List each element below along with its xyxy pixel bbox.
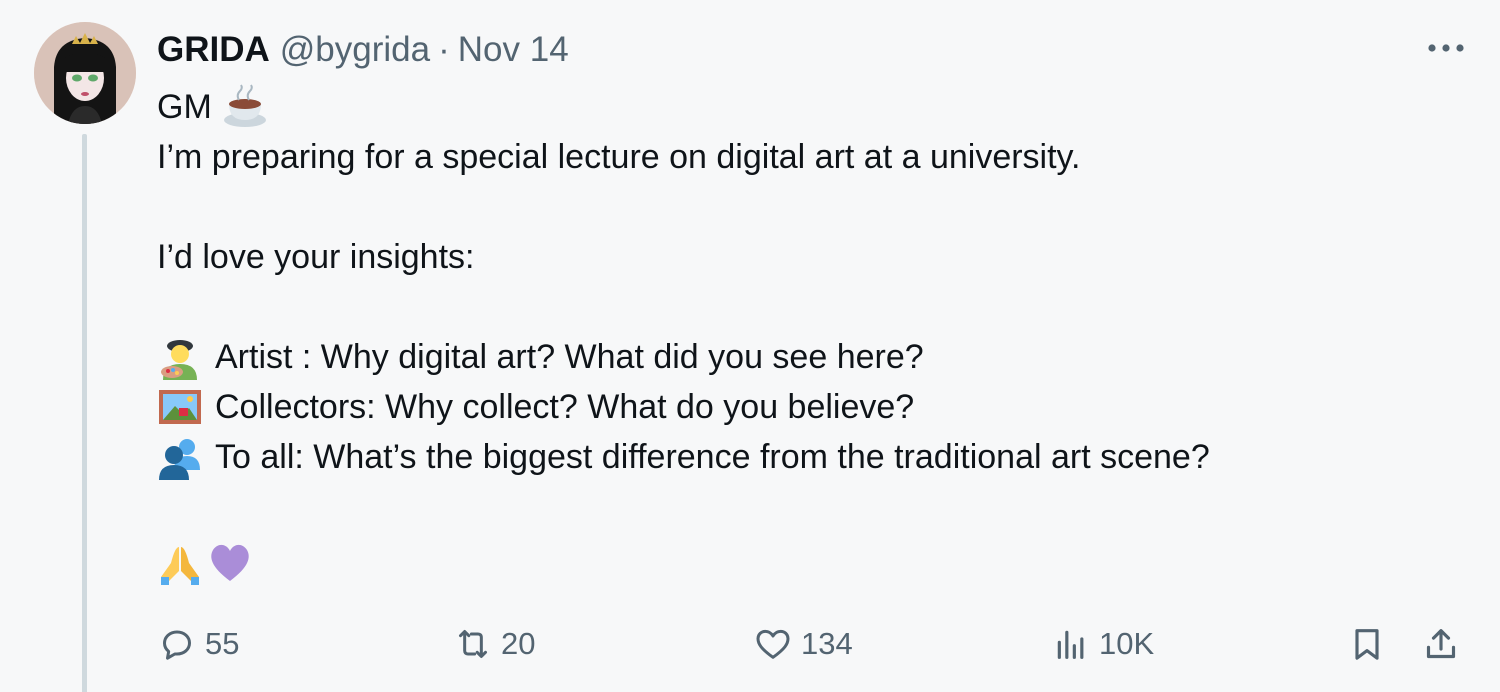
like-count: 134 bbox=[801, 626, 853, 661]
purple-heart-emoji bbox=[207, 539, 253, 585]
reply-icon bbox=[157, 624, 197, 664]
repost-icon bbox=[453, 624, 493, 664]
question-text: Artist : Why digital art? What did you s… bbox=[215, 338, 924, 376]
share-button[interactable] bbox=[1421, 614, 1461, 674]
tweet: GRIDA @bygrida · Nov 14 GM I’m preparing… bbox=[0, 0, 1500, 692]
greeting-line: GM bbox=[157, 82, 1447, 132]
reply-count: 55 bbox=[205, 626, 240, 661]
share-icon bbox=[1421, 624, 1461, 664]
question-line: Artist : Why digital art? What did you s… bbox=[157, 332, 1447, 382]
repost-count: 20 bbox=[501, 626, 536, 661]
tweet-header: GRIDA @bygrida · Nov 14 bbox=[157, 28, 569, 72]
ask-line: I’d love your insights: bbox=[157, 238, 475, 276]
intro-line: I’m preparing for a special lecture on d… bbox=[157, 138, 1081, 176]
author-name[interactable]: GRIDA bbox=[157, 30, 270, 70]
repost-button[interactable]: 20 bbox=[453, 614, 535, 674]
hot-beverage-emoji bbox=[222, 84, 268, 130]
bookmark-button[interactable] bbox=[1347, 614, 1387, 674]
framed-picture-emoji bbox=[157, 384, 203, 430]
tweet-body: GM I’m preparing for a special lecture o… bbox=[157, 82, 1447, 592]
more-icon[interactable] bbox=[1422, 28, 1470, 68]
bookmark-icon bbox=[1347, 624, 1387, 664]
like-icon bbox=[753, 624, 793, 664]
thread-line bbox=[82, 134, 87, 692]
artist-emoji bbox=[157, 334, 203, 380]
question-text: Collectors: Why collect? What do you bel… bbox=[215, 388, 915, 426]
like-button[interactable]: 134 bbox=[753, 614, 853, 674]
reply-button[interactable]: 55 bbox=[157, 614, 239, 674]
views-count: 10K bbox=[1099, 626, 1155, 661]
avatar-image bbox=[34, 22, 136, 124]
busts-in-silhouette-emoji bbox=[157, 434, 203, 480]
avatar[interactable] bbox=[34, 22, 136, 124]
question-text: To all: What’s the biggest difference fr… bbox=[215, 438, 1210, 476]
views-button[interactable]: 10K bbox=[1051, 614, 1154, 674]
tweet-date[interactable]: Nov 14 bbox=[458, 30, 569, 70]
closing-line bbox=[157, 532, 1447, 592]
greeting-text: GM bbox=[157, 88, 212, 126]
author-handle[interactable]: @bygrida bbox=[280, 30, 430, 70]
action-bar: 55 20 134 10K bbox=[157, 614, 1477, 674]
folded-hands-emoji bbox=[157, 539, 203, 585]
question-line: To all: What’s the biggest difference fr… bbox=[157, 432, 1447, 482]
question-line: Collectors: Why collect? What do you bel… bbox=[157, 382, 1447, 432]
header-separator: · bbox=[438, 30, 450, 69]
views-icon bbox=[1051, 624, 1091, 664]
